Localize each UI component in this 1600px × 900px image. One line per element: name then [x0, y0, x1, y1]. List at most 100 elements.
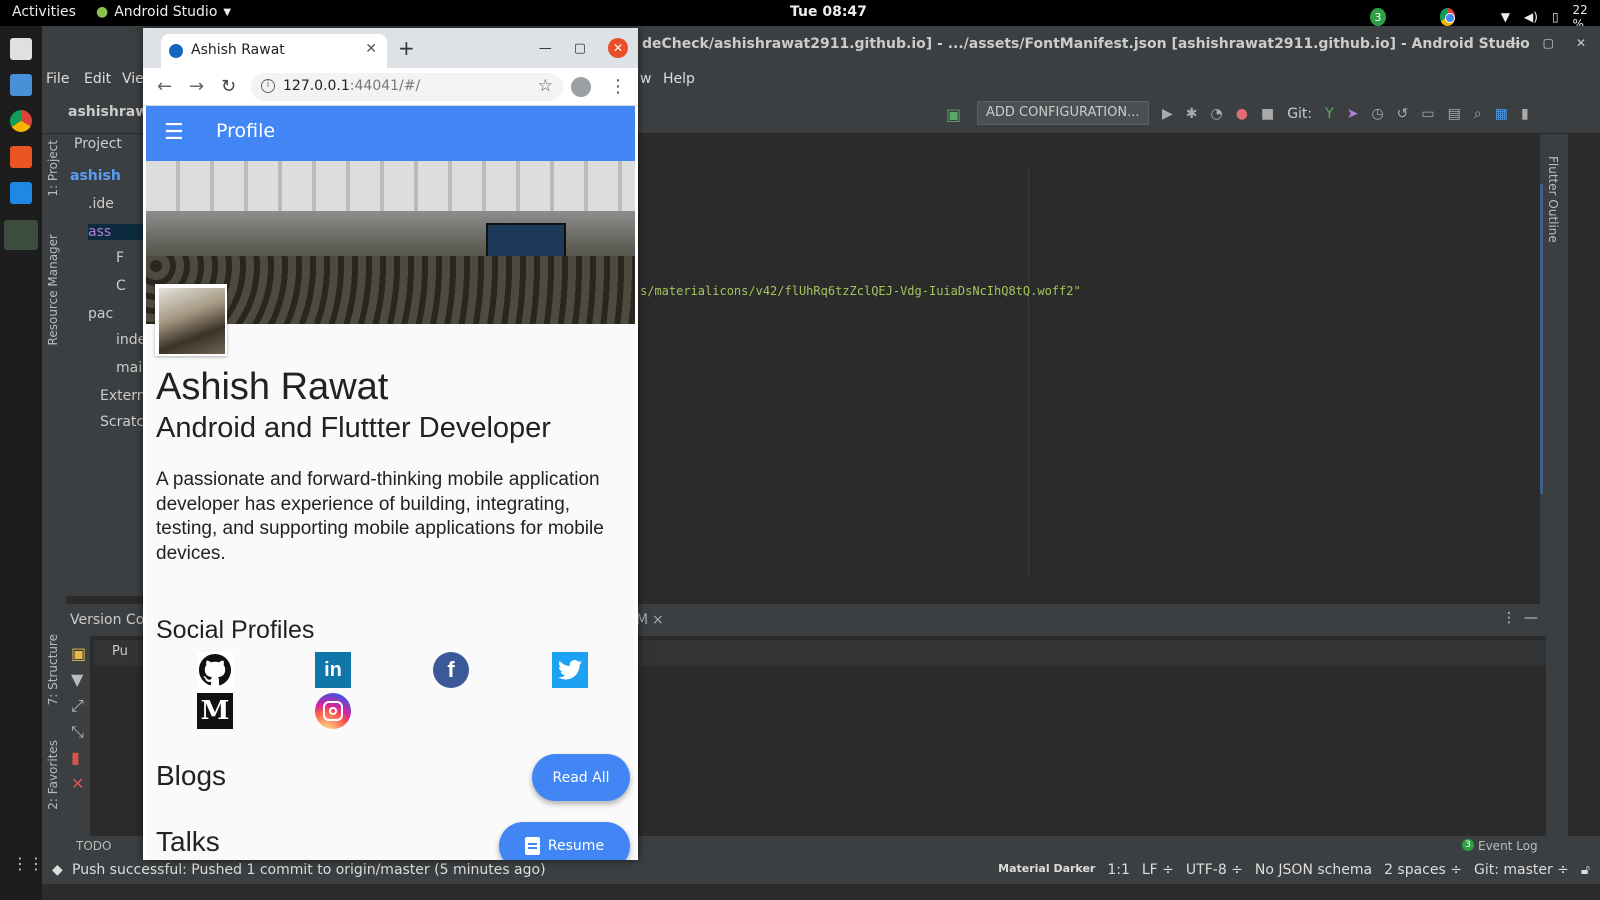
github-icon[interactable]: [197, 652, 233, 688]
tree-item-assets[interactable]: ass: [88, 224, 146, 240]
url-text[interactable]: 127.0.0.1:44041/#/: [283, 78, 420, 94]
git-branch[interactable]: Git: master ÷: [1474, 862, 1569, 878]
encoding[interactable]: UTF-8 ÷: [1186, 862, 1243, 878]
attach-icon[interactable]: ●: [1236, 106, 1248, 122]
facebook-icon[interactable]: f: [433, 652, 469, 688]
cursor-position[interactable]: 1:1: [1107, 862, 1130, 878]
tree-item-idea[interactable]: .ide: [88, 196, 114, 212]
user-icon[interactable]: ▮: [1521, 106, 1529, 122]
sdk-manager-icon[interactable]: ▤: [1448, 106, 1461, 122]
terminal-icon[interactable]: ▣: [946, 105, 961, 124]
forward-icon[interactable]: →: [189, 76, 204, 97]
lock-icon[interactable]: 🔓︎: [1581, 862, 1590, 878]
flutter-outline-tab[interactable]: Flutter Outline: [1546, 156, 1560, 243]
browser-menu-icon[interactable]: ⋮: [609, 76, 627, 97]
close-icon[interactable]: ✕: [71, 774, 84, 793]
menu-edit[interactable]: Edit: [84, 71, 111, 87]
files-icon[interactable]: [10, 38, 32, 60]
menu-window[interactable]: w: [640, 71, 651, 87]
add-configuration-button[interactable]: ADD CONFIGURATION...: [977, 101, 1149, 125]
resume-button[interactable]: Resume: [499, 822, 630, 860]
status-message[interactable]: Push successful: Pushed 1 commit to orig…: [72, 862, 546, 878]
run-icon[interactable]: ▶: [1162, 106, 1173, 122]
device-manager-icon[interactable]: ▭: [1421, 106, 1434, 122]
show-apps-icon[interactable]: ⋮⋮: [12, 854, 44, 873]
back-icon[interactable]: ←: [157, 76, 172, 97]
minimize-icon[interactable]: —: [539, 41, 552, 56]
tree-item-packages[interactable]: pac: [88, 306, 113, 322]
resource-manager-tab[interactable]: Resource Manager: [46, 234, 60, 345]
search-icon[interactable]: ⌕: [1474, 106, 1482, 122]
line-separator[interactable]: LF ÷: [1142, 862, 1174, 878]
vscode-icon[interactable]: [10, 182, 32, 204]
git-history-icon[interactable]: ◷: [1371, 106, 1383, 122]
todo-tab[interactable]: TODO: [76, 839, 111, 853]
medium-icon[interactable]: M: [197, 693, 233, 729]
project-tool-tab[interactable]: 1: Project: [46, 140, 60, 197]
app-menu[interactable]: ● Android Studio ▼: [96, 4, 231, 20]
hide-icon[interactable]: —: [1524, 610, 1538, 626]
folder-icon[interactable]: ▣: [71, 644, 86, 663]
linkedin-icon[interactable]: in: [315, 652, 351, 688]
clock[interactable]: Tue 08:47: [790, 4, 867, 20]
scrollbar[interactable]: [1540, 184, 1543, 494]
close-tab-icon[interactable]: ✕: [365, 41, 377, 57]
profile-icon[interactable]: ◔: [1211, 106, 1223, 122]
tree-item-index[interactable]: inde: [116, 332, 146, 348]
menu-view[interactable]: Vie: [122, 71, 144, 87]
theme-indicator[interactable]: Material Darker: [998, 862, 1095, 878]
collapse-icon[interactable]: ⤡: [71, 722, 84, 742]
twitter-icon[interactable]: [552, 652, 588, 688]
tree-root[interactable]: ashish: [70, 168, 121, 184]
filter-icon[interactable]: ▼: [71, 670, 83, 689]
tree-item-main[interactable]: mai: [116, 360, 142, 376]
close-icon[interactable]: ✕: [1576, 36, 1586, 50]
menu-help[interactable]: Help: [663, 71, 695, 87]
indent[interactable]: 2 spaces ÷: [1384, 862, 1462, 878]
menu-file[interactable]: File: [46, 71, 69, 87]
hamburger-menu-icon[interactable]: ☰: [164, 120, 184, 145]
read-all-button[interactable]: Read All: [532, 754, 630, 801]
tree-item-scratches[interactable]: Scratc: [100, 414, 144, 430]
rollback-icon[interactable]: ↺: [1397, 106, 1409, 122]
json-schema[interactable]: No JSON schema: [1255, 862, 1372, 878]
text-editor-icon[interactable]: [10, 74, 32, 96]
activities-button[interactable]: Activities: [12, 4, 76, 20]
android-studio-dock-icon[interactable]: [4, 220, 38, 250]
expand-icon[interactable]: ⤢: [71, 696, 84, 716]
maximize-icon[interactable]: ▢: [1543, 36, 1554, 50]
maximize-icon[interactable]: ▢: [574, 41, 586, 56]
close-icon[interactable]: ×: [652, 612, 664, 628]
favorites-tab[interactable]: 2: Favorites: [46, 740, 60, 810]
browser-tab[interactable]: Ashish Rawat ✕: [161, 34, 387, 68]
info-icon[interactable]: i: [261, 79, 275, 93]
bookmark-star-icon[interactable]: ☆: [538, 76, 553, 96]
git-push-icon[interactable]: ➤: [1347, 106, 1359, 122]
close-window-button[interactable]: ✕: [608, 38, 628, 58]
chrome-icon[interactable]: [10, 110, 32, 132]
tree-item-external[interactable]: Extern: [100, 388, 146, 404]
profile-avatar-icon[interactable]: [571, 77, 591, 97]
layout-icon[interactable]: ▦: [1495, 106, 1508, 122]
tree-item-font[interactable]: C: [116, 278, 126, 294]
instagram-icon[interactable]: [315, 693, 351, 729]
notification-badge[interactable]: 3: [1370, 8, 1386, 26]
version-control-tab[interactable]: Version Co: [70, 612, 144, 628]
stop-icon[interactable]: ■: [1261, 106, 1274, 122]
debug-icon[interactable]: ✱: [1186, 106, 1198, 122]
reload-icon[interactable]: ↻: [221, 76, 236, 97]
minimize-icon[interactable]: —: [1509, 36, 1521, 50]
more-icon[interactable]: ⋮: [1502, 610, 1516, 626]
address-bar[interactable]: i 127.0.0.1:44041/#/ ☆: [251, 73, 563, 101]
software-center-icon[interactable]: [10, 146, 32, 168]
tree-item-fontmanifest[interactable]: F: [116, 250, 124, 266]
new-tab-button[interactable]: +: [398, 36, 415, 60]
structure-tab[interactable]: 7: Structure: [46, 634, 60, 705]
git-update-icon[interactable]: Y: [1325, 106, 1334, 122]
chrome-tray-icon[interactable]: [1439, 8, 1456, 26]
project-panel-title[interactable]: Project: [74, 136, 122, 152]
vcs-folder[interactable]: Pu: [112, 644, 128, 659]
event-log-tab[interactable]: Event Log: [1478, 839, 1538, 853]
diff-icon[interactable]: ▮: [71, 748, 80, 767]
code-line[interactable]: s/materialicons/v42/flUhRq6tzZclQEJ-Vdg-…: [640, 284, 1081, 298]
